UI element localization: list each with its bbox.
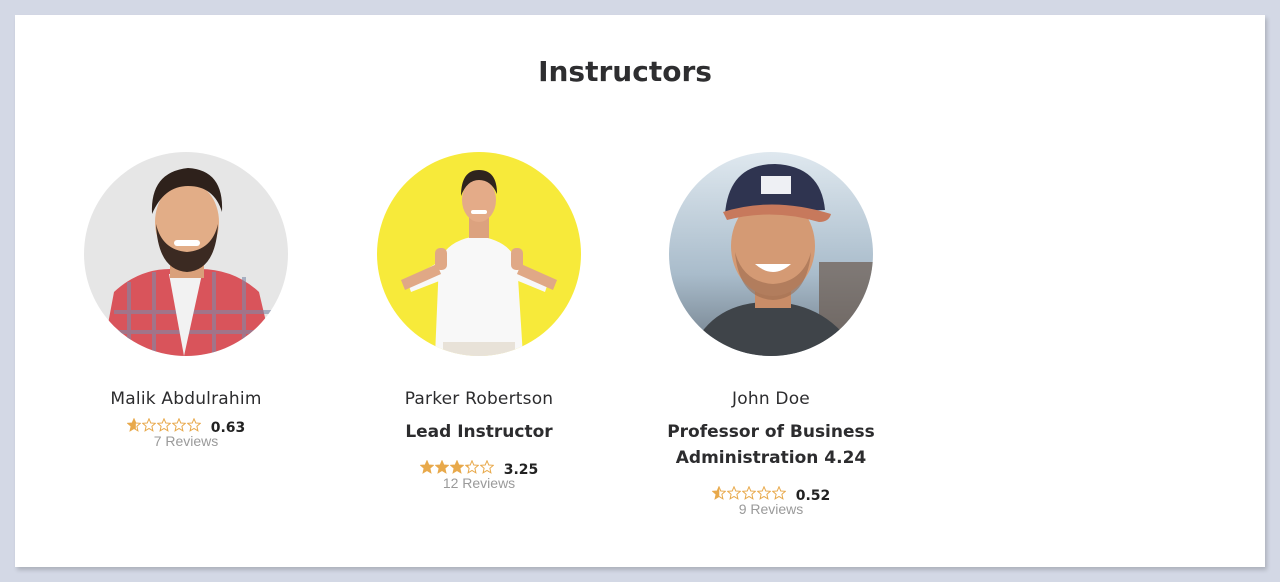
rating-score: 0.63	[210, 420, 246, 436]
instructor-card[interactable]: John Doe Professor of Business Administr…	[651, 152, 891, 517]
star-icon	[711, 486, 726, 500]
avatar-photo	[377, 152, 581, 356]
review-count: 7 Reviews	[153, 433, 219, 449]
review-count: 12 Reviews	[442, 475, 516, 491]
star-rating	[419, 460, 494, 474]
star-rating	[126, 418, 201, 432]
instructor-role: Lead Instructor	[405, 422, 553, 442]
rating: 0.52	[651, 485, 891, 504]
star-icon	[126, 418, 141, 432]
avatar-photo	[669, 152, 873, 356]
avatar[interactable]	[377, 152, 581, 356]
star-icon	[449, 460, 464, 474]
star-icon	[479, 460, 494, 474]
instructor-card[interactable]: Malik Abdulrahim 0.63 7 Reviews	[66, 152, 306, 449]
star-icon	[726, 486, 741, 500]
avatar[interactable]	[84, 152, 288, 356]
instructor-name[interactable]: John Doe	[651, 389, 891, 409]
star-icon	[141, 418, 156, 432]
review-count: 9 Reviews	[738, 501, 804, 517]
section-title: Instructors	[538, 55, 712, 88]
star-icon	[756, 486, 771, 500]
star-icon	[171, 418, 186, 432]
rating-score: 3.25	[503, 462, 539, 478]
rating-score: 0.52	[795, 488, 831, 504]
instructor-role: Professor of Business Administration 4.2…	[667, 422, 875, 468]
star-icon	[434, 460, 449, 474]
instructor-name[interactable]: Parker Robertson	[359, 389, 599, 409]
star-rating	[711, 486, 786, 500]
rating: 0.63	[66, 417, 306, 436]
avatar[interactable]	[669, 152, 873, 356]
instructor-name[interactable]: Malik Abdulrahim	[66, 389, 306, 409]
star-icon	[741, 486, 756, 500]
instructors-card: Instructors Malik Abdulrahim 0.63 7 Revi…	[15, 15, 1265, 567]
avatar-photo	[84, 152, 288, 356]
star-icon	[771, 486, 786, 500]
star-icon	[419, 460, 434, 474]
instructor-card[interactable]: Parker Robertson Lead Instructor 3.25 12…	[359, 152, 599, 491]
star-icon	[156, 418, 171, 432]
star-icon	[186, 418, 201, 432]
star-icon	[464, 460, 479, 474]
rating: 3.25	[359, 459, 599, 478]
